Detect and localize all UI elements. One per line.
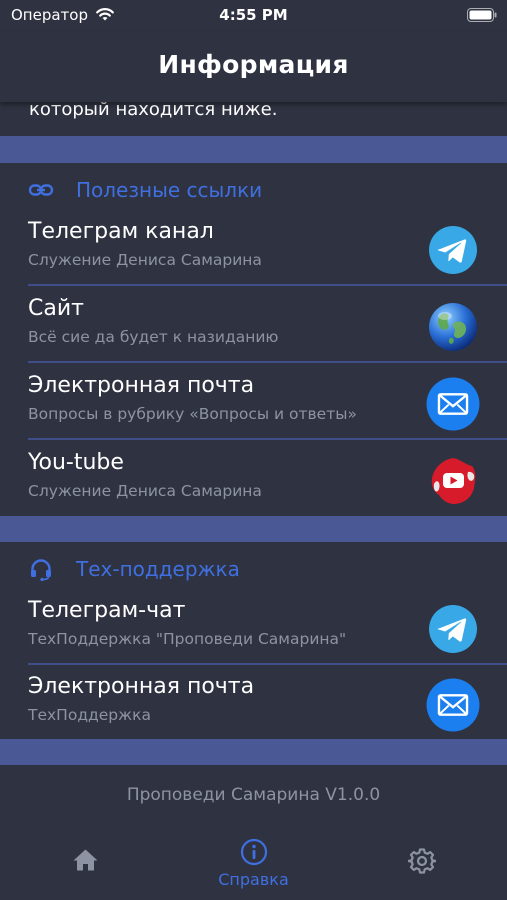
navigation-bar: Информация (0, 32, 507, 102)
tab-settings[interactable] (338, 830, 507, 900)
home-icon (73, 849, 98, 871)
row-subtitle: Всё сие да будет к назиданию (28, 328, 279, 346)
row-subtitle: ТехПоддержка "Проповеди Самарина" (28, 630, 347, 648)
mail-icon (426, 678, 480, 732)
clock: 4:55 PM (219, 6, 288, 24)
row-title: Телеграм канал (28, 219, 214, 244)
support-row-email[interactable]: Электронная почта ТехПоддержка (0, 664, 507, 741)
section-separator (0, 739, 507, 765)
section-title: Полезные ссылки (76, 178, 263, 202)
link-icon (28, 184, 54, 196)
support-row-telegram-chat[interactable]: Телеграм-чат ТехПоддержка "Проповеди Сам… (0, 588, 507, 665)
link-row-telegram-channel[interactable]: Телеграм канал Служение Дениса Самарина (0, 209, 507, 286)
intro-text: который находится ниже. (29, 99, 278, 120)
row-subtitle: Служение Дениса Самарина (28, 251, 262, 269)
row-title: Электронная почта (28, 373, 255, 398)
page-title: Информация (158, 50, 349, 79)
app-version: Проповеди Самарина V1.0.0 (126, 785, 381, 805)
mail-icon (426, 377, 480, 431)
link-row-website[interactable]: Сайт Всё сие да будет к назиданию (0, 286, 507, 363)
row-subtitle: Вопросы в рубрику «Вопросы и ответы» (28, 405, 357, 423)
telegram-icon (429, 605, 477, 653)
row-subtitle: ТехПоддержка (28, 706, 151, 724)
link-row-email[interactable]: Электронная почта Вопросы в рубрику «Воп… (0, 363, 507, 440)
info-icon (240, 838, 268, 866)
youtube-icon (431, 458, 476, 504)
headset-icon (31, 559, 51, 582)
globe-icon (429, 303, 477, 351)
tab-label: Справка (218, 870, 289, 889)
section-separator (0, 516, 507, 542)
tab-info[interactable]: Справка (169, 830, 338, 900)
section-header-tech-support: Тех-поддержка (0, 552, 507, 586)
gear-icon (408, 848, 436, 874)
section-header-useful-links: Полезные ссылки (0, 173, 507, 207)
row-subtitle: Служение Дениса Самарина (28, 482, 262, 500)
battery-icon (467, 8, 497, 22)
row-title: Телеграм-чат (28, 598, 186, 623)
section-title: Тех-поддержка (76, 557, 240, 581)
tab-bar: Справка (0, 830, 507, 900)
link-row-youtube[interactable]: You-tube Служение Дениса Самарина (0, 440, 507, 517)
row-title: Электронная почта (28, 674, 255, 699)
telegram-icon (429, 226, 477, 274)
status-bar: Оператор 4:55 PM (0, 0, 507, 32)
tab-home[interactable] (0, 830, 169, 900)
row-title: Сайт (28, 296, 84, 321)
row-title: You-tube (28, 450, 124, 475)
section-separator (0, 136, 507, 163)
